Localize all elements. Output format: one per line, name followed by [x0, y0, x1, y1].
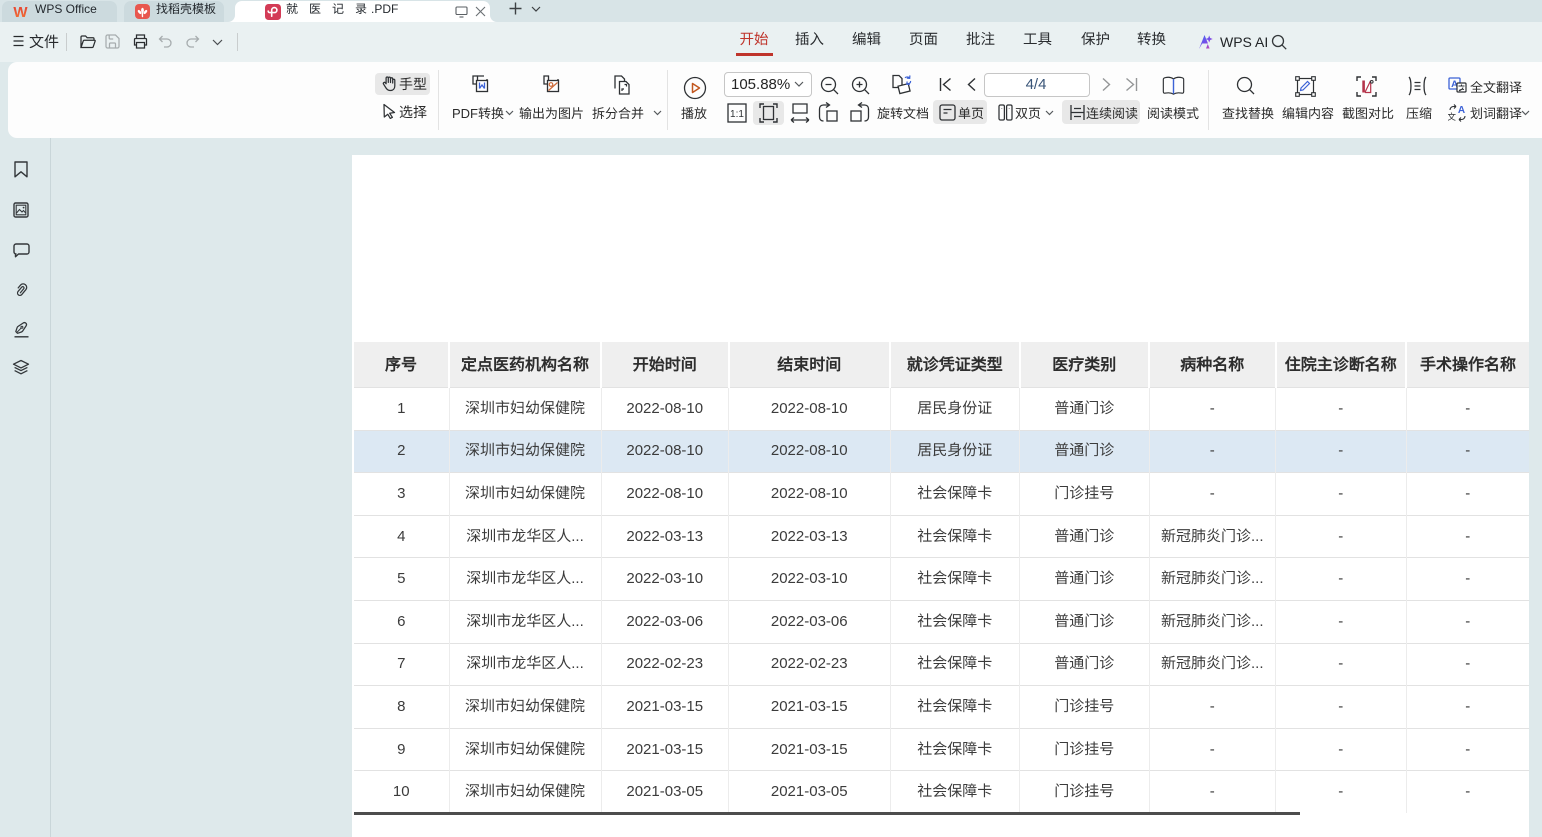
svg-text:文: 文	[1448, 110, 1456, 122]
svg-text:W: W	[13, 5, 28, 18]
svg-text:1:1: 1:1	[730, 105, 744, 120]
svg-text:A: A	[1458, 104, 1465, 116]
